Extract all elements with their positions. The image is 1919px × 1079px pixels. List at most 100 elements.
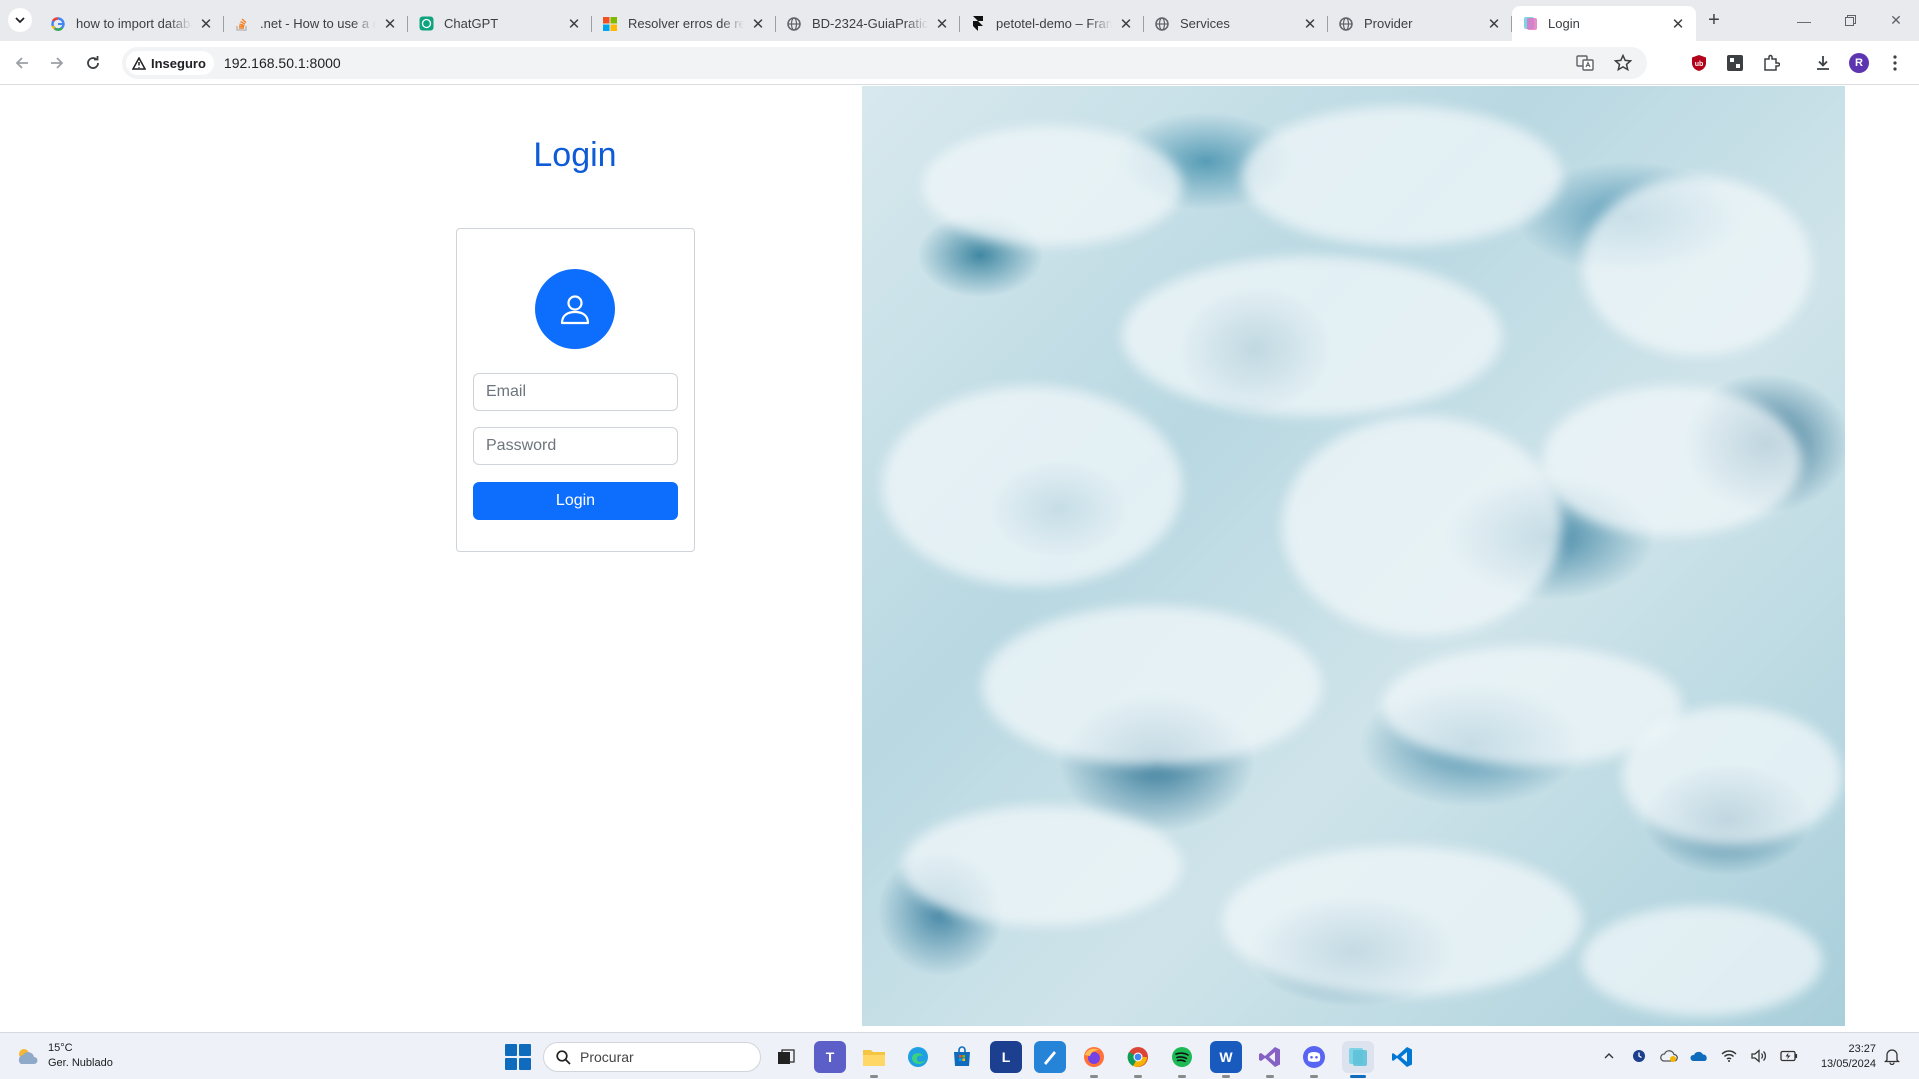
security-label: Inseguro [151,55,206,71]
tab-title: how to import database [76,16,192,31]
close-icon[interactable]: ✕ [382,16,398,33]
download-icon[interactable] [1809,49,1837,77]
lens-app-icon[interactable]: L [990,1041,1022,1073]
start-button[interactable] [505,1044,531,1070]
google-icon [50,16,66,32]
globe-icon [1154,16,1170,32]
windows-logo-tile [519,1044,531,1056]
taskbar-apps: T L W [770,1041,1418,1078]
login-button[interactable]: Login [473,482,678,520]
weather-widget[interactable]: 15°C Ger. Nublado [14,1041,113,1071]
file-explorer-icon[interactable] [858,1041,890,1078]
microsoft-icon [602,16,618,32]
login-card: Login [456,228,695,552]
kebab-menu-icon[interactable] [1881,49,1909,77]
clock-app-icon[interactable] [1630,1047,1648,1065]
tab-login[interactable]: Login ✕ [1512,6,1696,41]
discord-icon[interactable] [1298,1041,1330,1078]
lens-app-letter: L [1001,1049,1011,1065]
new-tab-button[interactable]: + [1702,8,1726,32]
cloud-sync-icon[interactable] [1660,1047,1678,1065]
close-icon[interactable]: ✕ [1486,16,1502,33]
tab-strip: how to import database ✕ .net - How to u… [0,0,1919,41]
tab-title: Resolver erros de refe [628,16,744,31]
restore-icon[interactable] [1827,0,1873,41]
clock-date: 13/05/2024 [1820,1058,1876,1070]
close-icon[interactable]: ✕ [750,16,766,33]
svg-text:ub: ub [1695,61,1704,68]
edge-icon[interactable] [902,1041,934,1073]
ublock-icon[interactable]: ub [1685,49,1713,77]
tab-chatgpt[interactable]: ChatGPT ✕ [408,6,592,41]
globe-icon [786,16,802,32]
search-placeholder: Procurar [580,1049,634,1065]
windows-logo-tile [505,1058,517,1070]
tab-title: Login [1548,16,1580,31]
password-field[interactable] [473,427,678,465]
url-text[interactable]: 192.168.50.1:8000 [224,55,341,71]
tab-how-to-import[interactable]: how to import database ✕ [40,6,224,41]
minimize-icon[interactable]: — [1781,0,1827,41]
close-icon[interactable]: ✕ [1118,16,1134,33]
globe-icon [1338,16,1354,32]
tab-petotel[interactable]: petotel-demo – Fram ✕ [960,6,1144,41]
weather-temperature: 15°C [48,1042,73,1054]
volume-icon[interactable] [1750,1047,1768,1065]
word-letter: W [1219,1049,1233,1065]
arrow-right-icon [51,57,64,69]
page-icon [1522,16,1538,32]
extension-app-icon[interactable] [1721,49,1749,77]
teams-icon[interactable]: T [814,1041,846,1073]
tab-dotnet[interactable]: .net - How to use a c# ✕ [224,6,408,41]
vscode-icon[interactable] [1386,1041,1418,1073]
arrow-left-icon [15,57,28,69]
close-icon[interactable]: ✕ [1302,16,1318,33]
notification-bell-icon[interactable] [1883,1047,1902,1066]
onedrive-icon[interactable] [1690,1047,1708,1065]
reload-button[interactable] [79,49,107,77]
close-icon[interactable]: ✕ [198,16,214,33]
email-field[interactable] [473,373,678,411]
search-icon [556,1049,571,1065]
firefox-icon[interactable] [1078,1041,1110,1078]
tab-resolver-erros[interactable]: Resolver erros de refe ✕ [592,6,776,41]
close-icon[interactable]: ✕ [566,16,582,33]
task-view-icon[interactable] [770,1041,802,1073]
window-controls: — ✕ [1781,0,1919,41]
microsoft-store-icon[interactable] [946,1041,978,1073]
ocean-foam-image [862,86,1845,1026]
battery-icon[interactable] [1780,1047,1798,1065]
tab-list: how to import database ✕ .net - How to u… [40,6,1696,41]
taskbar-search[interactable]: Procurar [543,1042,761,1072]
word-icon[interactable]: W [1210,1041,1242,1078]
taskbar-clock[interactable]: 23:27 13/05/2024 [1806,1042,1876,1072]
translate-icon[interactable] [1573,51,1597,75]
close-window-icon[interactable]: ✕ [1873,0,1919,41]
tab-services[interactable]: Services ✕ [1144,6,1328,41]
site-security-chip[interactable]: Inseguro [126,51,214,75]
spotify-icon[interactable] [1166,1041,1198,1078]
wifi-icon[interactable] [1720,1047,1738,1065]
warning-icon [132,56,146,70]
chatgpt-icon [418,16,434,32]
chevron-up-icon[interactable] [1600,1047,1618,1065]
back-button[interactable] [8,49,36,77]
visual-studio-icon[interactable] [1254,1041,1286,1078]
tab-title: Services [1180,16,1230,31]
tab-bd-guia[interactable]: BD-2324-GuiaPratica ✕ [776,6,960,41]
active-browser-app-icon[interactable] [1342,1041,1374,1078]
extensions-puzzle-icon[interactable] [1757,49,1785,77]
windows-logo-tile [505,1044,517,1056]
windows-logo-tile [519,1058,531,1070]
weather-description: Ger. Nublado [48,1057,113,1069]
tab-search-button[interactable] [8,8,32,32]
address-bar[interactable]: Inseguro 192.168.50.1:8000 [122,47,1647,79]
pen-app-icon[interactable] [1034,1041,1066,1073]
close-icon[interactable]: ✕ [1670,16,1686,33]
profile-avatar[interactable]: R [1849,53,1869,73]
tab-provider[interactable]: Provider ✕ [1328,6,1512,41]
forward-button[interactable] [43,49,71,77]
close-icon[interactable]: ✕ [934,16,950,33]
bookmark-star-icon[interactable] [1611,51,1635,75]
chrome-icon[interactable] [1122,1041,1154,1078]
